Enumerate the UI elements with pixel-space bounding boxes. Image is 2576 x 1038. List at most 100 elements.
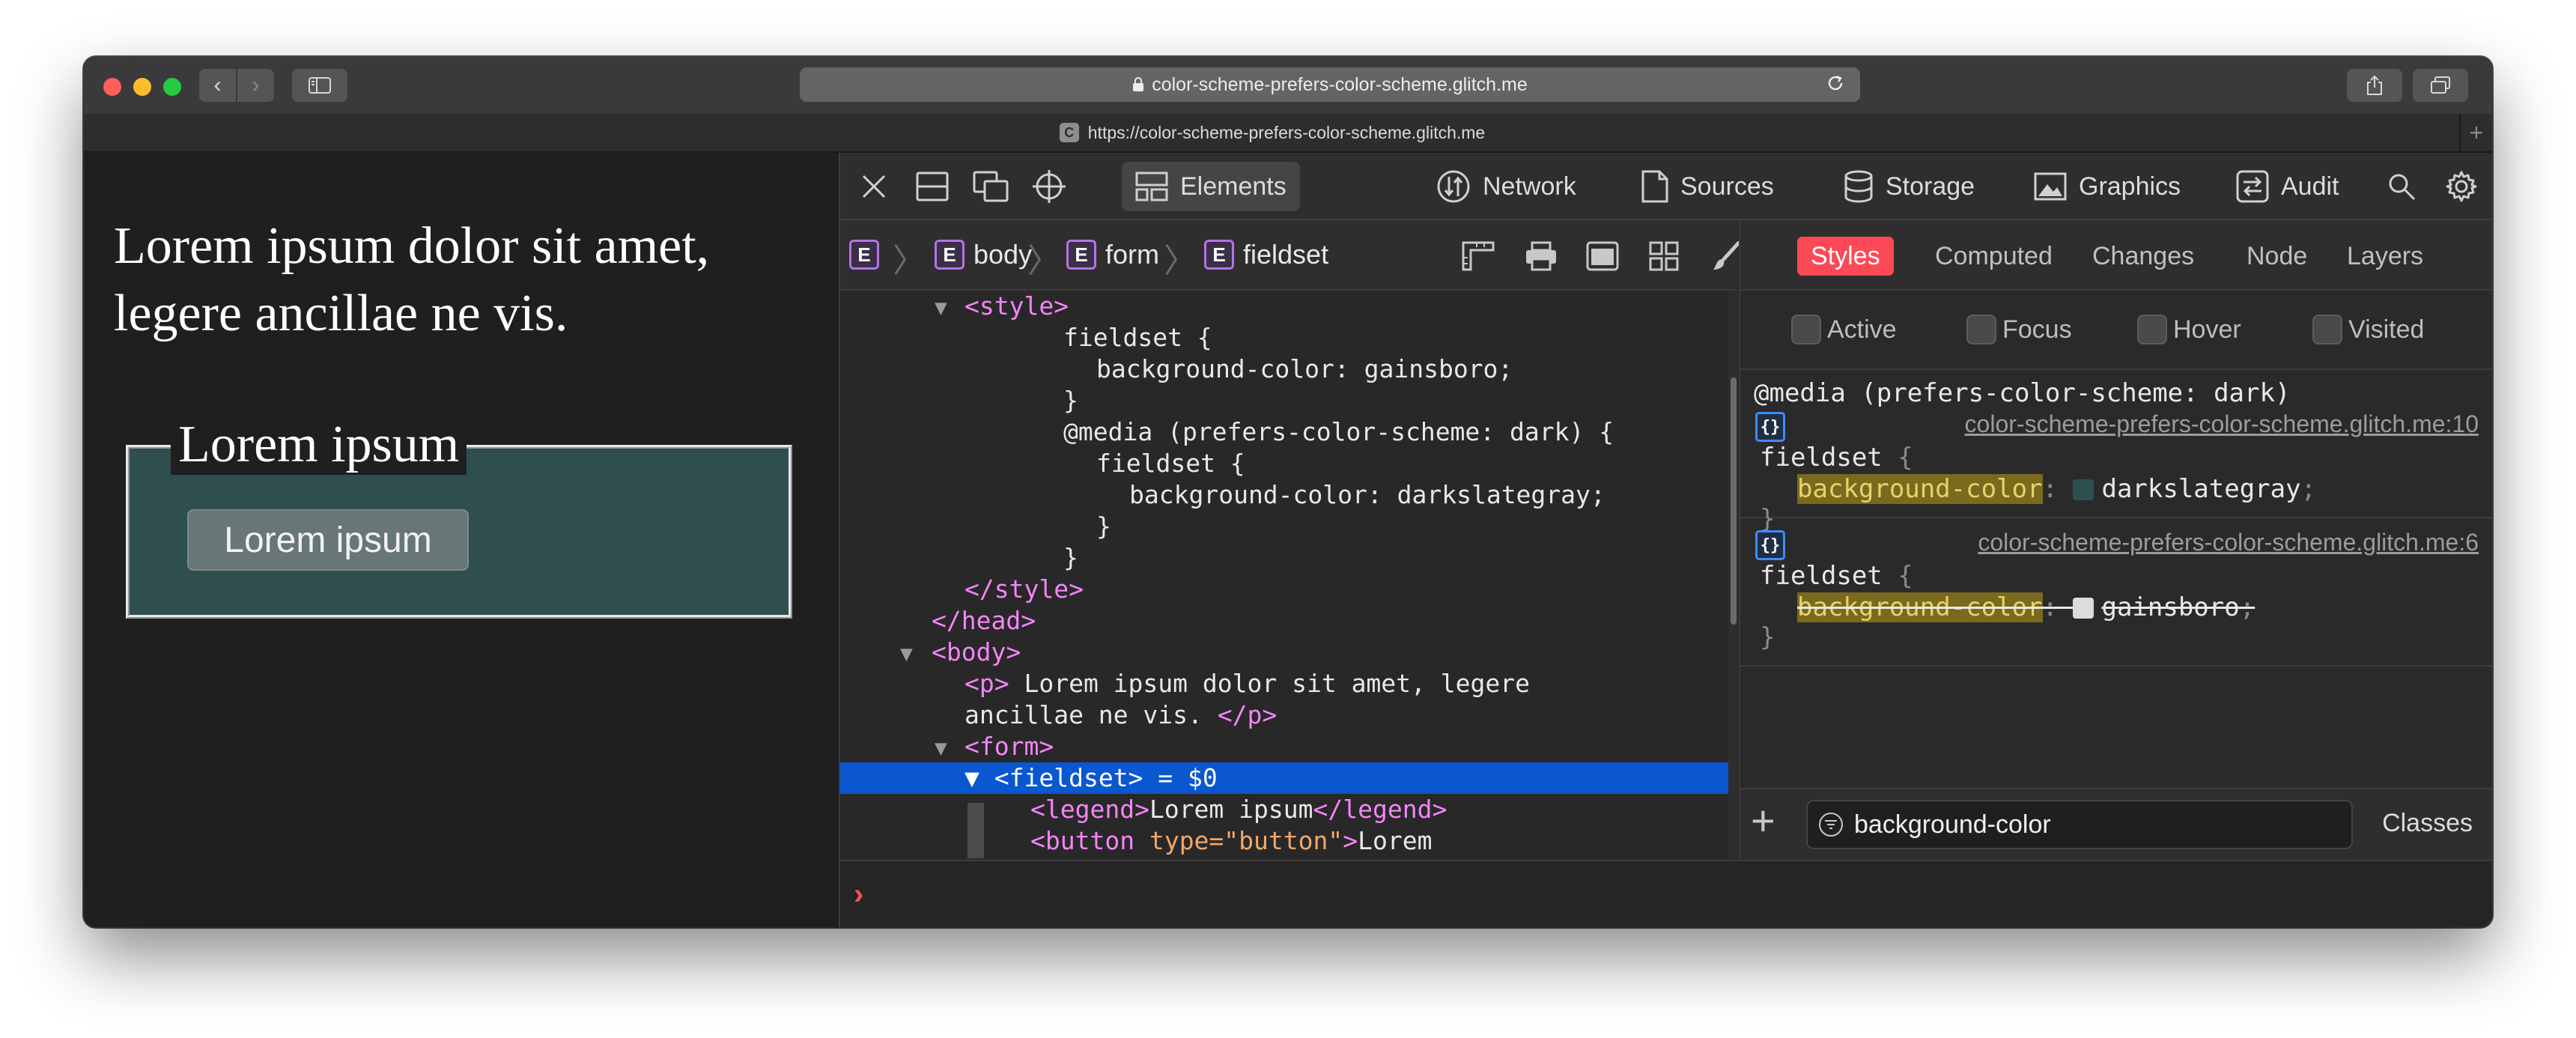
minimize-window-button[interactable] [133,78,151,96]
tab-node[interactable]: Node [2233,237,2321,276]
tab-audit[interactable]: Audit [2223,162,2353,211]
lock-icon [1132,77,1144,92]
rule-selector-line[interactable]: fieldset { [1760,442,1913,473]
dom-text: } [1063,543,1078,572]
page-fieldset: Lorem ipsum Lorem ipsum [126,415,792,619]
new-tab-button[interactable]: + [2459,114,2492,151]
tab-label: Sources [1680,172,1774,201]
tab-changes[interactable]: Changes [2079,237,2208,276]
title-bar: ‹ › color-scheme-prefers-color-scheme.gl… [84,57,2492,115]
breadcrumb-item-form[interactable]: E form [1066,238,1159,271]
element-picker-crosshair-icon[interactable] [1030,168,1068,205]
fieldset-legend: Lorem ipsum [171,415,467,475]
source-link[interactable]: color-scheme-prefers-color-scheme.glitch… [1965,410,2479,438]
dom-line[interactable]: <p> Lorem ipsum dolor sit amet, legere [840,668,1728,699]
breadcrumb-item-root[interactable]: E [849,238,888,271]
dom-line[interactable]: } [840,511,1728,542]
pseudo-visited-checkbox[interactable]: Visited [2312,315,2424,345]
dom-line[interactable]: background-color: darkslategray; [840,479,1728,511]
back-button[interactable]: ‹ [199,69,236,102]
dom-line[interactable]: } [840,542,1728,574]
dom-scrollbar-thumb[interactable] [1731,377,1737,625]
css-value[interactable]: darkslategray [2101,474,2300,504]
css-declaration[interactable]: background-color: darkslategray; [1797,473,2316,505]
print-styles-icon[interactable] [1523,241,1559,271]
dock-bottom-icon[interactable] [914,168,951,205]
browser-tab[interactable]: C https://color-scheme-prefers-color-sch… [84,114,2461,151]
tab-network[interactable]: Network [1423,162,1590,211]
show-tabs-button[interactable] [2413,69,2468,102]
checkbox[interactable] [2312,315,2342,345]
dom-line[interactable]: fieldset { [840,322,1728,353]
dom-text: Lorem ipsum [1149,795,1313,824]
dom-tree[interactable]: ▼ <style> fieldset { background-color: g… [840,291,1728,858]
dom-line[interactable]: <button type="button">Lorem [840,825,1728,857]
tab-elements[interactable]: Elements [1122,162,1300,211]
tab-storage[interactable]: Storage [1830,162,1988,211]
dom-text: background-color: darkslategray; [1129,480,1606,509]
pseudo-hover-checkbox[interactable]: Hover [2137,315,2241,345]
tab-computed[interactable]: Computed [1922,237,2066,276]
dom-line[interactable]: <form> [840,731,1728,762]
tab-sources[interactable]: Sources [1628,162,1787,211]
color-swatch[interactable] [2073,479,2094,500]
disclosure-triangle-icon[interactable]: ▼ [965,763,994,792]
classes-toggle[interactable]: Classes [2382,809,2473,838]
search-icon[interactable] [2383,168,2420,205]
share-button[interactable] [2347,69,2402,102]
close-window-button[interactable] [103,78,121,96]
tab-graphics[interactable]: Graphics [2020,162,2194,211]
dom-tag: <button [1030,826,1149,855]
dom-line[interactable]: </style> [840,574,1728,605]
dom-line[interactable]: } [840,385,1728,416]
sidebar-toggle-button[interactable] [292,69,347,102]
css-semicolon: ; [2239,592,2255,622]
color-swatch[interactable] [2073,598,2094,619]
rule-brace: { [1882,561,1913,591]
dom-line[interactable]: ancillae ne vis. </p> [840,699,1728,731]
inspector-toolbar: Elements Network Sources Storage Graphic… [840,153,2492,220]
dom-tag: <legend> [1030,795,1149,824]
checkbox[interactable] [2137,315,2167,345]
tab-styles[interactable]: Styles [1797,237,1894,276]
breadcrumb-item-fieldset[interactable]: E fieldset [1204,238,1328,271]
layout-grid-icon[interactable] [1646,241,1682,271]
dom-line[interactable]: background-color: gainsboro; [840,353,1728,385]
dom-line[interactable]: <body> [840,637,1728,668]
pseudo-active-checkbox[interactable]: Active [1791,315,1897,345]
page-paragraph: Lorem ipsum dolor sit amet, legere ancil… [114,217,710,342]
console-prompt-bar[interactable]: › [840,860,2492,927]
detach-window-icon[interactable] [972,168,1009,205]
breadcrumb-item-body[interactable]: E body [935,238,1032,271]
dom-line[interactable]: fieldset { [840,448,1728,479]
checkbox[interactable] [1791,315,1821,345]
gear-icon[interactable] [2443,168,2480,205]
reload-icon[interactable] [1826,73,1845,93]
dom-line[interactable]: @media (prefers-color-scheme: dark) { [840,416,1728,448]
dom-line[interactable]: <legend>Lorem ipsum</legend> [840,794,1728,825]
css-property[interactable]: background-color [1797,474,2043,504]
css-value[interactable]: gainsboro [2101,592,2239,622]
dom-line[interactable]: </head> [840,605,1728,637]
source-link[interactable]: color-scheme-prefers-color-scheme.glitch… [1978,529,2479,556]
css-declaration-overridden[interactable]: background-color: gainsboro; [1797,592,2255,623]
checkbox[interactable] [1966,315,1996,345]
filter-value: background-color [1854,810,2051,839]
dom-line-selected[interactable]: ▼ <fieldset> = $0 [840,762,1728,794]
address-bar[interactable]: color-scheme-prefers-color-scheme.glitch… [800,67,1860,102]
close-inspector-icon[interactable] [855,168,893,205]
rule-selector-line[interactable]: fieldset { [1760,560,1913,592]
forward-button[interactable]: › [236,69,274,102]
css-property[interactable]: background-color [1797,592,2043,622]
styles-filter-input[interactable]: background-color [1806,800,2353,849]
tab-layers[interactable]: Layers [2333,237,2437,276]
element-badge-icon: E [1066,240,1096,270]
zoom-window-button[interactable] [163,78,181,96]
add-rule-button[interactable]: + [1751,800,1775,842]
rulers-icon[interactable] [1460,241,1496,271]
pseudo-focus-checkbox[interactable]: Focus [1966,315,2072,345]
force-appearance-icon[interactable] [1585,241,1620,271]
dom-line[interactable]: <style> [840,291,1728,322]
element-badge-icon: E [935,240,965,270]
page-button[interactable]: Lorem ipsum [187,509,469,571]
